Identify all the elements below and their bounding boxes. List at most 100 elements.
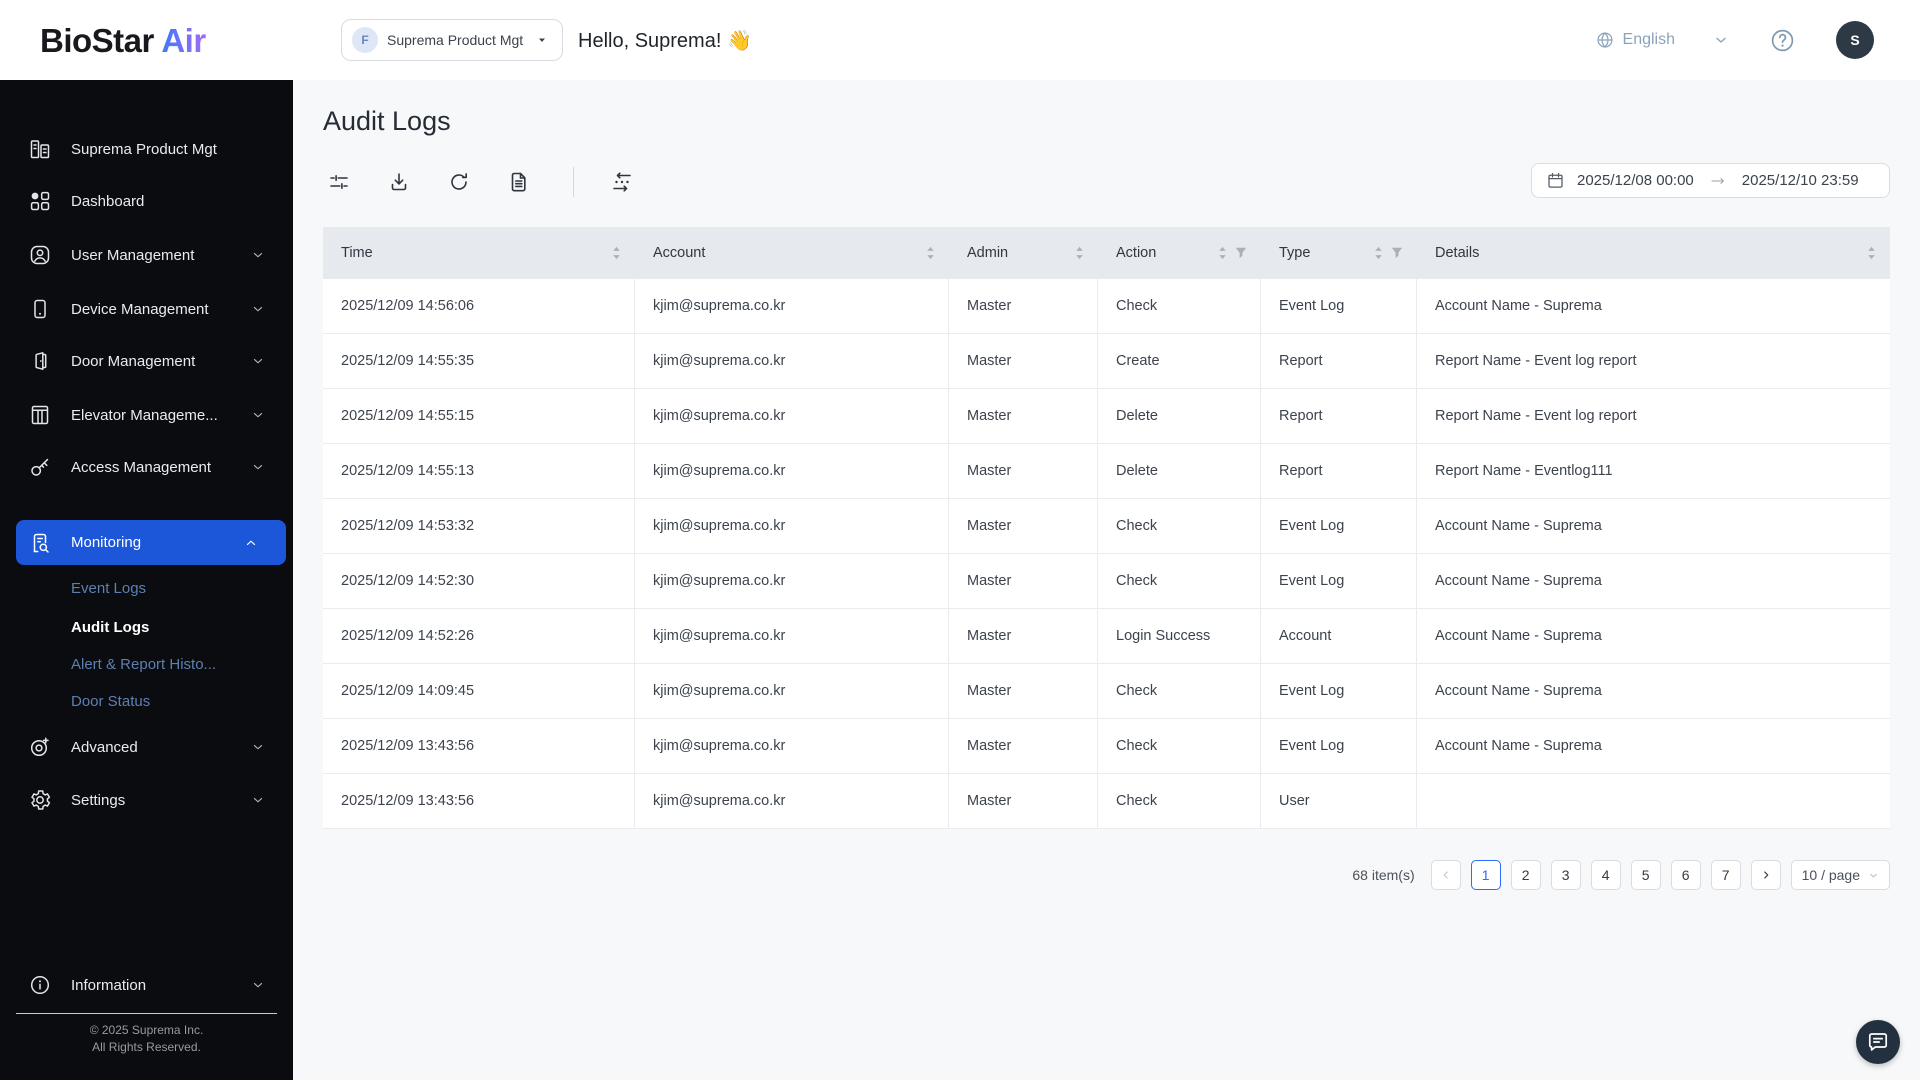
sort-icon[interactable] [1867,246,1876,260]
toolbar-divider [573,167,574,197]
sidebar-item-door-management[interactable]: Door Management [0,339,293,383]
refresh-icon[interactable] [447,170,471,194]
sort-icon[interactable] [612,246,621,260]
page-button-3[interactable]: 3 [1550,860,1581,890]
key-icon [28,455,52,479]
sidebar-item-door-status[interactable]: Door Status [0,686,293,716]
next-page-button[interactable] [1750,860,1781,890]
cell-admin: Master [949,279,1098,333]
page-button-4[interactable]: 4 [1590,860,1621,890]
column-header-account[interactable]: Account [635,227,949,279]
cell-account: kjim@suprema.co.kr [635,279,949,333]
cell-time: 2025/12/09 14:55:13 [323,444,635,498]
cell-account: kjim@suprema.co.kr [635,774,949,828]
sort-icon[interactable] [1374,246,1383,260]
cell-time: 2025/12/09 14:56:06 [323,279,635,333]
sidebar-item-audit-logs[interactable]: Audit Logs [0,612,293,642]
cell-type: Event Log [1261,279,1417,333]
filter-funnel-icon[interactable] [1391,247,1403,259]
cell-action: Check [1098,499,1261,553]
gear-icon [28,788,52,812]
cell-admin: Master [949,609,1098,663]
cell-admin: Master [949,554,1098,608]
org-selector[interactable]: F Suprema Product Mgt [341,19,564,61]
cell-type: User [1261,774,1417,828]
cell-time: 2025/12/09 14:55:15 [323,389,635,443]
sidebar-item-device-management[interactable]: Device Management [0,287,293,331]
greeting-text: Hello, Suprema! 👋 [578,30,752,52]
column-header-admin[interactable]: Admin [949,227,1098,279]
page-button-7[interactable]: 7 [1710,860,1741,890]
table-row[interactable]: 2025/12/09 14:55:13 kjim@suprema.co.kr M… [323,444,1890,499]
date-range-picker[interactable]: 2025/12/08 00:00 2025/12/10 23:59 [1531,163,1890,198]
download-icon[interactable] [387,170,411,194]
sidebar-item-information[interactable]: Information [0,963,293,1007]
column-header-action[interactable]: Action [1098,227,1261,279]
table-row[interactable]: 2025/12/09 13:43:56 kjim@suprema.co.kr M… [323,719,1890,774]
chat-fab-button[interactable] [1856,1020,1900,1064]
report-icon[interactable] [507,170,531,194]
table-row[interactable]: 2025/12/09 14:52:26 kjim@suprema.co.kr M… [323,609,1890,664]
info-icon [28,973,52,997]
cell-details: Account Name - Suprema [1435,298,1602,314]
chevron-up-icon [244,536,258,550]
page-size-select[interactable]: 10 / page [1790,860,1890,890]
table-row[interactable]: 2025/12/09 14:56:06 kjim@suprema.co.kr M… [323,279,1890,334]
calendar-icon [1546,171,1565,190]
sidebar-item-settings[interactable]: Settings [0,778,293,822]
page-button-6[interactable]: 6 [1670,860,1701,890]
cell-admin: Master [949,664,1098,718]
sidebar-item-user-management[interactable]: User Management [0,233,293,277]
chevron-down-icon [251,740,265,754]
chevron-down-icon[interactable] [1713,32,1729,48]
sort-icon[interactable] [1075,246,1084,260]
sidebar-item-elevator-management[interactable]: Elevator Manageme... [0,393,293,437]
topbar: BioStar Air F Suprema Product Mgt Hello,… [0,0,1920,80]
cell-details [1417,774,1890,828]
column-header-details[interactable]: Details [1417,227,1890,279]
prev-page-button[interactable] [1430,860,1461,890]
pagination-pages: 1234567 [1470,860,1741,890]
table-row[interactable]: 2025/12/09 14:09:45 kjim@suprema.co.kr M… [323,664,1890,719]
sidebar-item-event-logs[interactable]: Event Logs [0,573,293,603]
sort-icon[interactable] [1218,246,1227,260]
page-button-5[interactable]: 5 [1630,860,1661,890]
sidebar-item-alert-report-history[interactable]: Alert & Report Histo... [0,649,293,679]
chat-bubble-icon [1866,1030,1890,1054]
sidebar-item-suprema-product-mgt[interactable]: Suprema Product Mgt [0,127,293,171]
cell-details: Report Name - Event log report [1435,353,1637,369]
column-header-type[interactable]: Type [1261,227,1417,279]
table-row[interactable]: 2025/12/09 14:55:15 kjim@suprema.co.kr M… [323,389,1890,444]
dashboard-icon [28,189,52,213]
sidebar-item-access-management[interactable]: Access Management [0,445,293,489]
building-icon [28,137,52,161]
user-avatar[interactable]: S [1836,21,1874,59]
chevron-down-icon [251,248,265,262]
table-row[interactable]: 2025/12/09 14:55:35 kjim@suprema.co.kr M… [323,334,1890,389]
page-title: Audit Logs [323,106,451,136]
logo-air: Air [161,22,206,59]
column-order-icon[interactable] [610,170,634,194]
cell-account: kjim@suprema.co.kr [635,609,949,663]
cell-type: Event Log [1261,554,1417,608]
column-header-time[interactable]: Time [323,227,635,279]
table-row[interactable]: 2025/12/09 14:53:32 kjim@suprema.co.kr M… [323,499,1890,554]
page-button-2[interactable]: 2 [1510,860,1541,890]
sidebar-item-monitoring[interactable]: Monitoring [16,520,286,565]
table-header: Time Account Admin Action Type Details [323,227,1890,279]
filter-funnel-icon[interactable] [1235,247,1247,259]
cell-admin: Master [949,389,1098,443]
cell-admin: Master [949,719,1098,773]
help-icon[interactable] [1769,27,1796,54]
sidebar-item-dashboard[interactable]: Dashboard [0,179,293,223]
page-button-1[interactable]: 1 [1470,860,1501,890]
sidebar-item-advanced[interactable]: Advanced [0,725,293,769]
cell-account: kjim@suprema.co.kr [635,719,949,773]
cell-time: 2025/12/09 13:43:56 [323,719,635,773]
filter-icon[interactable] [327,170,351,194]
sort-icon[interactable] [926,246,935,260]
language-selector[interactable]: English [1595,30,1675,50]
table-row[interactable]: 2025/12/09 13:43:56 kjim@suprema.co.kr M… [323,774,1890,829]
cell-time: 2025/12/09 14:52:26 [323,609,635,663]
table-row[interactable]: 2025/12/09 14:52:30 kjim@suprema.co.kr M… [323,554,1890,609]
